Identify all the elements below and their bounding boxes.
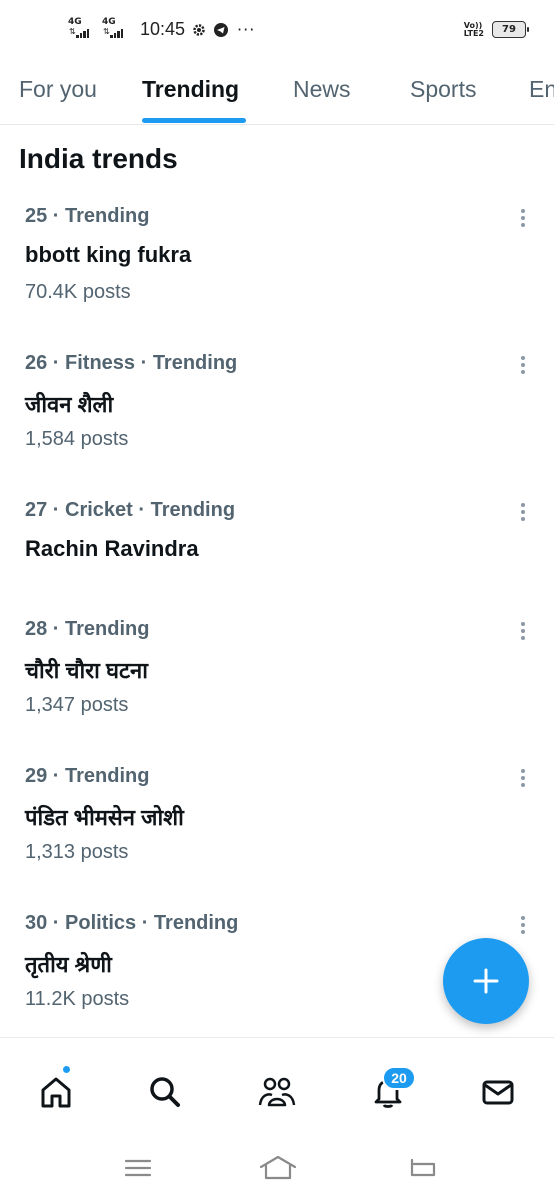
trend-name: तृतीय श्रेणी	[25, 952, 112, 977]
more-options-icon[interactable]	[512, 767, 534, 791]
trend-name: चौरी चौरा घटना	[25, 658, 148, 683]
trend-meta: 30 · Politics · Trending	[25, 912, 239, 934]
network-type-2: 4G	[102, 16, 116, 27]
trend-posts: 11.2K posts	[25, 988, 130, 1010]
back-button[interactable]	[404, 1153, 444, 1183]
trend-name: Rachin Ravindra	[25, 536, 199, 561]
settings-gear-icon	[193, 23, 205, 36]
tab-for-you[interactable]: For you	[19, 76, 97, 103]
compose-post-button[interactable]	[443, 938, 529, 1024]
more-options-icon[interactable]	[512, 914, 534, 938]
trend-meta: 26 · Fitness · Trending	[25, 352, 238, 374]
status-bar: 4G ⇅ 4G ⇅ 10:45 ··· Vo)) LTE2 79	[0, 0, 554, 58]
trend-name: bbott king fukra	[25, 242, 192, 267]
nav-communities[interactable]	[257, 1072, 297, 1112]
active-tab-indicator	[142, 118, 246, 123]
home-icon	[41, 1077, 71, 1108]
trend-meta: 25 · Trending	[25, 205, 150, 227]
trend-posts: 1,313 posts	[25, 841, 129, 863]
network-type-1: 4G	[68, 16, 82, 27]
trend-meta: 29 · Trending	[25, 765, 150, 787]
nav-home[interactable]	[36, 1072, 76, 1112]
trend-posts: 1,347 posts	[25, 694, 129, 716]
battery-level: 79	[502, 24, 516, 35]
home-unread-dot	[62, 1065, 71, 1074]
signal-1-indicator: 4G ⇅	[68, 16, 96, 40]
explore-tabs: For you Trending News Sports En	[0, 58, 554, 125]
more-options-icon[interactable]	[512, 207, 534, 231]
recent-apps-button[interactable]	[120, 1153, 160, 1183]
home-outline-icon	[259, 1155, 297, 1180]
clock: 10:45	[140, 19, 186, 39]
nav-messages[interactable]	[478, 1072, 518, 1112]
battery-icon: 79	[492, 21, 529, 38]
communities-icon	[258, 1077, 296, 1107]
trend-name: जीवन शैली	[25, 392, 114, 417]
trend-posts: 1,584 posts	[25, 428, 129, 450]
plus-icon	[473, 968, 499, 994]
trend-meta: 28 · Trending	[25, 618, 150, 640]
tab-sports[interactable]: Sports	[410, 76, 476, 103]
volte-indicator: Vo)) LTE2	[463, 20, 484, 38]
trend-name: पंडित भीमसेन जोशी	[25, 805, 184, 830]
signal-2-indicator: 4G ⇅	[102, 16, 130, 40]
system-home-button[interactable]	[258, 1153, 298, 1183]
more-notifications-icon: ···	[237, 20, 256, 39]
tab-trending[interactable]: Trending	[142, 76, 239, 103]
notifications-badge: 20	[382, 1066, 416, 1090]
section-title: India trends	[19, 143, 178, 174]
more-options-icon[interactable]	[512, 501, 534, 525]
more-options-icon[interactable]	[512, 354, 534, 378]
nav-search[interactable]	[145, 1072, 185, 1112]
tab-entertainment[interactable]: En	[529, 76, 554, 103]
tab-news[interactable]: News	[293, 76, 351, 103]
telegram-icon	[214, 22, 229, 37]
messages-icon	[482, 1080, 514, 1105]
system-navigation	[0, 1135, 554, 1200]
more-options-icon[interactable]	[512, 620, 534, 644]
bottom-navigation: 20	[0, 1037, 554, 1135]
back-icon	[410, 1158, 436, 1177]
menu-icon	[124, 1159, 152, 1177]
search-icon	[150, 1077, 180, 1107]
trend-meta: 27 · Cricket · Trending	[25, 499, 236, 521]
trend-posts: 70.4K posts	[25, 281, 131, 303]
